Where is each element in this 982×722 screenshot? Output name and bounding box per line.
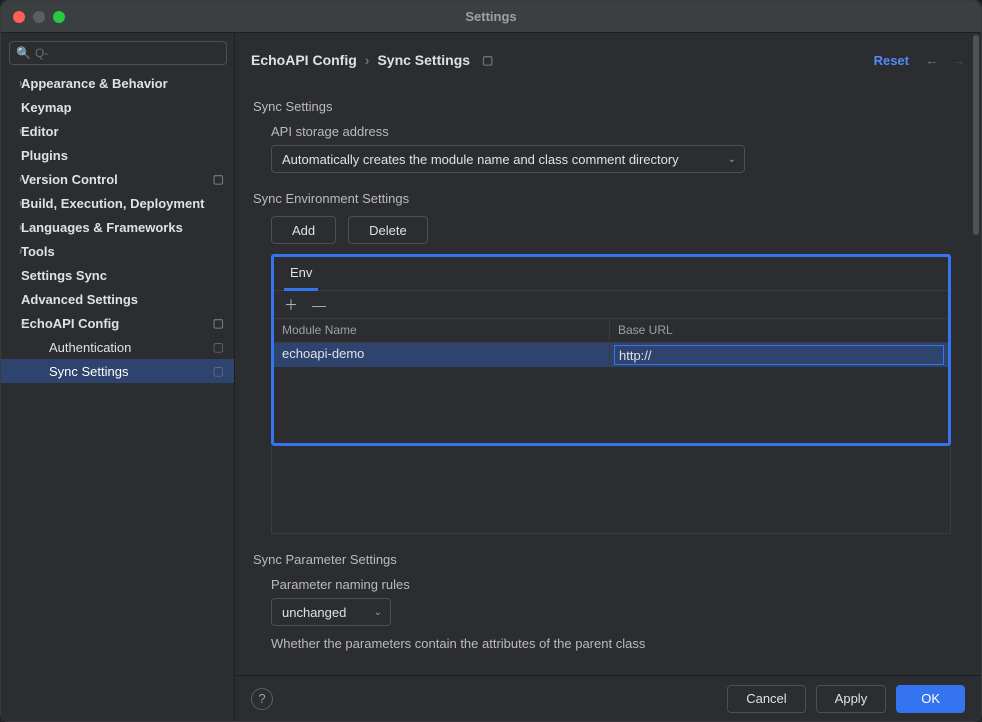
nav-echoapi[interactable]: ⌄EchoAPI Config ▢ — [1, 311, 234, 335]
minimize-window-button[interactable] — [33, 11, 45, 23]
nav-build[interactable]: ›Build, Execution, Deployment — [1, 191, 234, 215]
content-scroll: Sync Settings API storage address Automa… — [235, 79, 981, 675]
env-extra-panel — [271, 446, 951, 534]
nav-label: Languages & Frameworks — [21, 220, 183, 235]
nav-echoapi-auth[interactable]: Authentication ▢ — [1, 335, 234, 359]
chevron-down-icon: ⌄ — [728, 154, 736, 165]
main-header: EchoAPI Config › Sync Settings ▢ Reset ←… — [235, 41, 981, 79]
close-window-button[interactable] — [13, 11, 25, 23]
chevron-right-icon: › — [19, 78, 22, 89]
col-base-url: Base URL — [610, 319, 948, 342]
nav-label: Editor — [21, 124, 59, 139]
project-scope-icon: ▢ — [213, 316, 224, 330]
env-table-row[interactable]: echoapi-demo http:// — [274, 343, 948, 367]
project-scope-icon: ▢ — [213, 340, 224, 354]
nav-tools[interactable]: ›Tools — [1, 239, 234, 263]
back-arrow-icon[interactable]: ← — [925, 52, 939, 68]
nav-label: Keymap — [21, 100, 72, 115]
section-sync-env: Sync Environment Settings — [253, 191, 963, 206]
section-sync-settings: Sync Settings — [253, 99, 963, 114]
env-tabs: Env — [274, 257, 948, 291]
nav-label: Plugins — [21, 148, 68, 163]
api-storage-select[interactable]: Automatically creates the module name an… — [271, 145, 745, 173]
breadcrumb: EchoAPI Config › Sync Settings ▢ — [251, 52, 874, 68]
search-input[interactable]: 🔍 Q- — [9, 41, 227, 65]
nav-label: Appearance & Behavior — [21, 76, 168, 91]
nav-editor[interactable]: ›Editor — [1, 119, 234, 143]
add-button[interactable]: Add — [271, 216, 336, 244]
sidebar: 🔍 Q- ›Appearance & Behavior Keymap ›Edit… — [1, 33, 235, 721]
minus-icon[interactable]: — — [312, 297, 326, 313]
cell-base-url[interactable]: http:// — [610, 343, 948, 367]
nav-label: Settings Sync — [21, 268, 107, 283]
nav-label: Version Control — [21, 172, 118, 187]
apply-button[interactable]: Apply — [816, 685, 887, 713]
col-module-name: Module Name — [274, 319, 610, 342]
chevron-right-icon: › — [19, 246, 22, 257]
nav-appearance[interactable]: ›Appearance & Behavior — [1, 71, 234, 95]
scrollbar[interactable] — [973, 35, 979, 235]
search-wrap: 🔍 Q- — [1, 33, 234, 71]
nav-label: Build, Execution, Deployment — [21, 196, 204, 211]
nav-settings-sync[interactable]: Settings Sync — [1, 263, 234, 287]
nav-vcs[interactable]: ›Version Control ▢ — [1, 167, 234, 191]
nav-label: Advanced Settings — [21, 292, 138, 307]
chevron-down-icon: ⌄ — [19, 318, 27, 329]
cell-module-name[interactable]: echoapi-demo — [274, 343, 610, 367]
delete-button[interactable]: Delete — [348, 216, 428, 244]
env-panel: Env ＋ — Module Name Base URL echoapi-dem… — [271, 254, 951, 446]
chevron-right-icon: › — [19, 126, 22, 137]
chevron-right-icon: › — [19, 198, 22, 209]
nav-label: Sync Settings — [49, 364, 129, 379]
nav-lang[interactable]: ›Languages & Frameworks — [1, 215, 234, 239]
label-api-storage: API storage address — [271, 124, 963, 139]
naming-rules-select[interactable]: unchanged ⌄ — [271, 598, 391, 626]
breadcrumb-separator: › — [365, 52, 370, 68]
maximize-window-button[interactable] — [53, 11, 65, 23]
select-value: Automatically creates the module name an… — [282, 152, 679, 167]
project-scope-icon: ▢ — [213, 172, 224, 186]
ok-button[interactable]: OK — [896, 685, 965, 713]
nav-advanced[interactable]: Advanced Settings — [1, 287, 234, 311]
env-table-header: Module Name Base URL — [274, 319, 948, 343]
chevron-right-icon: › — [19, 174, 22, 185]
chevron-right-icon: › — [19, 222, 22, 233]
plus-icon[interactable]: ＋ — [284, 295, 298, 315]
traffic-lights — [13, 11, 65, 23]
main-panel: EchoAPI Config › Sync Settings ▢ Reset ←… — [235, 33, 981, 721]
history-arrows: ← → — [925, 52, 965, 68]
reset-link[interactable]: Reset — [874, 53, 909, 68]
nav-label: Tools — [21, 244, 55, 259]
project-scope-icon: ▢ — [213, 364, 224, 378]
nav-plugins[interactable]: Plugins — [1, 143, 234, 167]
body: 🔍 Q- ›Appearance & Behavior Keymap ›Edit… — [1, 33, 981, 721]
breadcrumb-part: Sync Settings — [377, 52, 470, 68]
nav-echoapi-sync[interactable]: Sync Settings ▢ — [1, 359, 234, 383]
nav-tree: ›Appearance & Behavior Keymap ›Editor Pl… — [1, 71, 234, 721]
nav-label: EchoAPI Config — [21, 316, 119, 331]
section-sync-param: Sync Parameter Settings — [253, 552, 963, 567]
footer: ? Cancel Apply OK — [235, 675, 981, 721]
cancel-button[interactable]: Cancel — [727, 685, 805, 713]
label-parent-class: Whether the parameters contain the attri… — [271, 636, 963, 651]
search-icon: 🔍 — [16, 46, 31, 60]
settings-window: Settings 🔍 Q- ›Appearance & Behavior Key… — [0, 0, 982, 722]
titlebar: Settings — [1, 1, 981, 33]
base-url-input[interactable]: http:// — [614, 345, 944, 365]
env-toolbar: ＋ — — [274, 291, 948, 319]
window-title: Settings — [465, 9, 516, 24]
env-tab[interactable]: Env — [284, 258, 318, 291]
select-value: unchanged — [282, 605, 346, 620]
forward-arrow-icon[interactable]: → — [951, 52, 965, 68]
help-button[interactable]: ? — [251, 688, 273, 710]
nav-keymap[interactable]: Keymap — [1, 95, 234, 119]
env-buttons: Add Delete — [271, 216, 963, 244]
search-placeholder: Q- — [35, 46, 48, 60]
chevron-down-icon: ⌄ — [374, 607, 382, 618]
breadcrumb-part[interactable]: EchoAPI Config — [251, 52, 357, 68]
popout-icon[interactable]: ▢ — [482, 53, 493, 67]
nav-label: Authentication — [49, 340, 131, 355]
label-naming-rules: Parameter naming rules — [271, 577, 963, 592]
